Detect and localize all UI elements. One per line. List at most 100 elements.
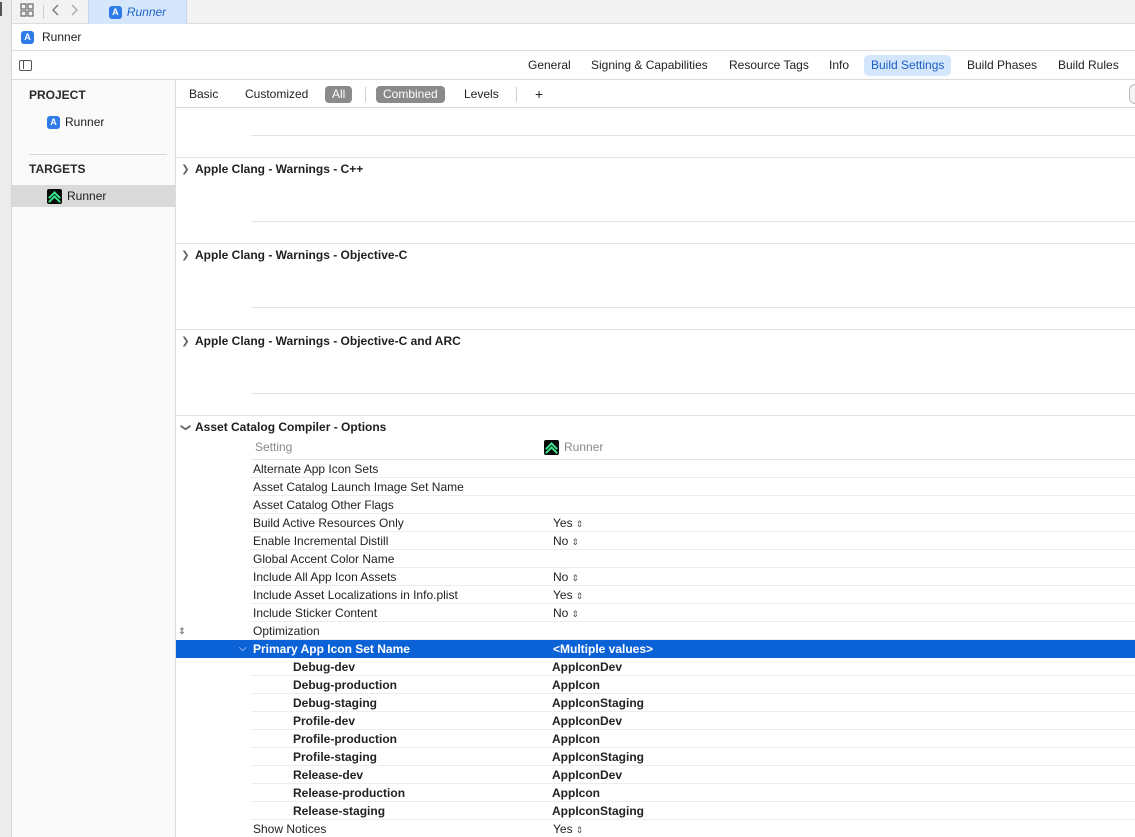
setting-row[interactable]: Enable Incremental Distill No ⇕ [176, 532, 1135, 550]
setting-row[interactable]: Include Asset Localizations in Info.plis… [176, 586, 1135, 604]
grid-icon[interactable] [19, 3, 35, 19]
section-apple-clang-warnings-cpp[interactable]: ❯ Apple Clang - Warnings - C++ [176, 161, 363, 177]
tab-build-rules[interactable]: Build Rules [1051, 55, 1126, 76]
file-tab-runner[interactable]: Runner [88, 0, 187, 24]
configuration-value[interactable]: AppIcon [552, 784, 600, 802]
chevron-right-icon[interactable]: ❯ [176, 336, 195, 347]
popup-stepper-icon: ⇕ [575, 591, 584, 601]
left-gutter [0, 0, 12, 837]
row-divider [251, 135, 1135, 136]
setting-value-popup[interactable]: Yes ⇕ [553, 586, 583, 604]
section-asset-catalog-compiler-options[interactable]: ❯ Asset Catalog Compiler - Options [176, 419, 386, 435]
setting-name: Include Asset Localizations in Info.plis… [253, 588, 458, 602]
configuration-row[interactable]: Release-dev AppIconDev [176, 766, 1135, 784]
back-chevron-icon[interactable] [48, 3, 64, 19]
tab-info[interactable]: Info [822, 55, 856, 76]
configuration-name: Profile-production [293, 732, 397, 746]
setting-name: Include All App Icon Assets [253, 570, 397, 584]
setting-row[interactable]: Include Sticker Content No ⇕ [176, 604, 1135, 622]
setting-name: Enable Incremental Distill [253, 534, 389, 548]
tab-general[interactable]: General [521, 55, 578, 76]
configuration-name: Debug-dev [293, 660, 356, 674]
configuration-name: Profile-dev [293, 714, 356, 728]
tab-bar: Runner [12, 0, 1135, 24]
tabbar-separator [43, 5, 44, 19]
column-header-target: Runner [544, 439, 603, 455]
project-item-runner[interactable]: Runner [12, 111, 175, 133]
add-setting-button[interactable]: + [528, 86, 550, 103]
configuration-row[interactable]: Release-production AppIcon [176, 784, 1135, 802]
setting-row[interactable]: ⇕ Optimization [176, 622, 1135, 640]
configuration-row[interactable]: Release-staging AppIconStaging [176, 802, 1135, 820]
setting-row[interactable]: Alternate App Icon Sets [176, 460, 1135, 478]
configuration-value[interactable]: AppIcon [552, 676, 600, 694]
gutter-marker [0, 2, 2, 16]
row-divider [251, 307, 1135, 308]
app-project-icon [21, 30, 34, 44]
configuration-value[interactable]: AppIconStaging [552, 802, 644, 820]
tab-resource-tags[interactable]: Resource Tags [722, 55, 816, 76]
target-item-runner[interactable]: Runner [12, 185, 175, 207]
configuration-row[interactable]: Debug-staging AppIconStaging [176, 694, 1135, 712]
configuration-row[interactable]: Profile-dev AppIconDev [176, 712, 1135, 730]
setting-value-text: No [553, 570, 569, 584]
section-divider [176, 415, 1135, 416]
configuration-row[interactable]: Profile-staging AppIconStaging [176, 748, 1135, 766]
setting-value-popup[interactable]: No ⇕ [553, 604, 579, 622]
section-divider [176, 329, 1135, 330]
sidebar-toggle-icon[interactable] [19, 60, 32, 71]
configuration-value[interactable]: AppIconStaging [552, 694, 644, 712]
setting-value-popup[interactable]: No ⇕ [553, 568, 579, 586]
filter-combined[interactable]: Combined [376, 86, 445, 103]
search-field[interactable] [1129, 84, 1135, 104]
configuration-row[interactable]: Debug-dev AppIconDev [176, 658, 1135, 676]
file-tab-label: Runner [126, 5, 167, 19]
setting-name: Optimization [253, 624, 320, 638]
setting-value-popup[interactable]: Yes ⇕ [553, 514, 583, 532]
setting-row[interactable]: Global Accent Color Name [176, 550, 1135, 568]
setting-value-popup[interactable]: Yes ⇕ [553, 820, 583, 837]
configuration-value[interactable]: AppIconDev [552, 658, 622, 676]
popup-stepper-icon: ⇕ [571, 609, 579, 619]
configuration-name: Debug-production [293, 678, 397, 692]
row-divider [251, 393, 1135, 394]
forward-chevron-icon[interactable] [66, 3, 82, 19]
updown-chevron-icon[interactable]: ⇕ [178, 622, 186, 640]
setting-row[interactable]: Asset Catalog Launch Image Set Name [176, 478, 1135, 496]
setting-row-selected[interactable]: ⌵ Primary App Icon Set Name <Multiple valu… [176, 640, 1135, 658]
configuration-row[interactable]: Profile-production AppIcon [176, 730, 1135, 748]
breadcrumb-item-runner[interactable]: Runner [42, 30, 81, 44]
filter-basic[interactable]: Basic [182, 86, 225, 103]
configuration-value[interactable]: AppIconStaging [552, 748, 644, 766]
breadcrumb: Runner [12, 24, 1135, 51]
section-apple-clang-warnings-objc-arc[interactable]: ❯ Apple Clang - Warnings - Objective-C a… [176, 333, 461, 349]
chevron-right-icon[interactable]: ❯ [176, 250, 195, 261]
filter-all[interactable]: All [325, 86, 353, 103]
flutter-app-icon [47, 188, 62, 204]
chevron-right-icon[interactable]: ❯ [176, 164, 195, 175]
section-apple-clang-warnings-objc[interactable]: ❯ Apple Clang - Warnings - Objective-C [176, 247, 407, 263]
setting-row[interactable]: Build Active Resources Only Yes ⇕ [176, 514, 1135, 532]
setting-row[interactable]: Show Notices Yes ⇕ [176, 820, 1135, 837]
setting-value-popup[interactable]: No ⇕ [553, 532, 579, 550]
tab-build-settings[interactable]: Build Settings [864, 55, 952, 76]
tab-build-phases[interactable]: Build Phases [960, 55, 1044, 76]
flutter-app-icon [544, 439, 559, 455]
section-title: Apple Clang - Warnings - C++ [195, 162, 364, 176]
tab-signing-capabilities[interactable]: Signing & Capabilities [584, 55, 715, 76]
configuration-value[interactable]: AppIcon [552, 730, 600, 748]
setting-name: Alternate App Icon Sets [253, 462, 379, 476]
setting-row[interactable]: Asset Catalog Other Flags [176, 496, 1135, 514]
setting-row[interactable]: Include All App Icon Assets No ⇕ [176, 568, 1135, 586]
chevron-down-icon[interactable]: ❯ [180, 418, 191, 437]
configuration-value[interactable]: AppIconDev [552, 766, 622, 784]
project-header: PROJECT [29, 88, 86, 102]
configuration-name: Release-dev [293, 768, 364, 782]
chevron-down-icon[interactable]: ⌵ [239, 640, 247, 658]
configuration-value[interactable]: AppIconDev [552, 712, 622, 730]
filter-customized[interactable]: Customized [238, 86, 315, 103]
setting-value[interactable]: <Multiple values> [553, 640, 653, 658]
configuration-row[interactable]: Debug-production AppIcon [176, 676, 1135, 694]
popup-stepper-icon: ⇕ [575, 825, 584, 835]
filter-levels[interactable]: Levels [457, 86, 506, 103]
